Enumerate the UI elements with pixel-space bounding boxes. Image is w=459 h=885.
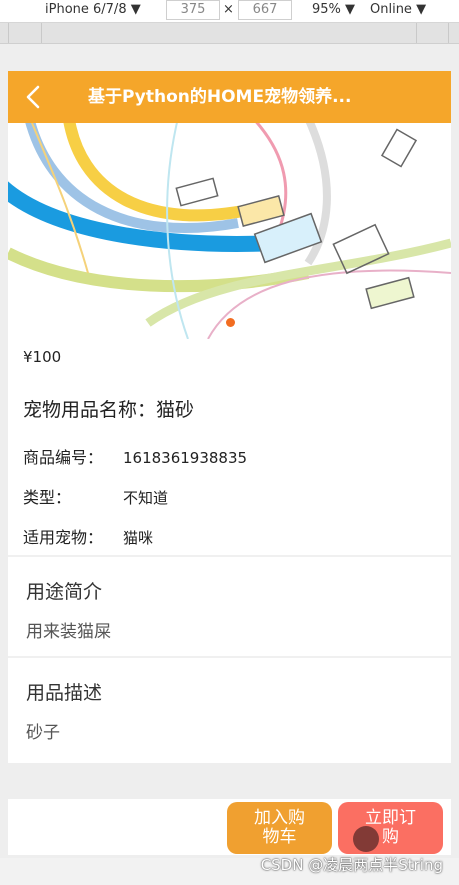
devtools-toolbar: iPhone 6/7/8 ▼ 375 × 667 95% ▼ Online ▼ [0,0,459,23]
product-banner-image[interactable] [8,123,451,339]
height-input[interactable]: 667 [238,0,292,20]
add-to-cart-button[interactable]: 加入购物车 [227,802,332,854]
device-select[interactable]: iPhone 6/7/8 ▼ [45,0,141,20]
divider [8,656,451,658]
order-now-button[interactable]: 立即订购 [338,802,443,854]
product-price: ¥100 [23,348,62,366]
section-usage-title: 用途简介 [26,581,103,603]
carousel-indicator-dot[interactable] [226,318,235,327]
field-value: 猫咪 [123,529,154,547]
zoom-select[interactable]: 95% ▼ [312,0,355,20]
field-value: 不知道 [123,489,169,507]
dimension-times: × [223,2,234,17]
csdn-watermark: CSDN @凌晨两点半String [260,856,443,874]
field-pet: 适用宠物： 猫咪 [23,524,153,548]
media-query-ruler [0,23,459,44]
field-label: 商品编号： [23,448,104,467]
back-arrow-icon[interactable] [22,83,46,111]
section-description-text: 砂子 [26,723,60,743]
page-title: 基于Python的HOME宠物领养... [88,87,352,107]
network-select[interactable]: Online ▼ [370,0,426,20]
touch-cursor-indicator [353,826,379,852]
product-name: 宠物用品名称：猫砂 [23,399,195,421]
section-description-title: 用品描述 [26,682,103,704]
app-header: 基于Python的HOME宠物领养... [8,71,451,123]
section-usage-text: 用来装猫屎 [26,622,111,642]
content-bottom-gap [8,763,451,799]
field-product-id: 商品编号： 1618361938835 [23,444,247,468]
add-to-cart-label: 加入购物车 [254,808,305,847]
phone-viewport: 基于Python的HOME宠物领养... ¥100 宠物用品名称：猫砂 商品编号… [8,71,451,855]
divider [8,555,451,557]
usb-cables-illustration [8,123,451,339]
field-value: 1618361938835 [123,449,248,467]
width-input[interactable]: 375 [166,0,220,20]
field-label: 类型： [23,488,72,507]
field-label: 适用宠物： [23,528,104,547]
field-type: 类型： 不知道 [23,484,168,508]
